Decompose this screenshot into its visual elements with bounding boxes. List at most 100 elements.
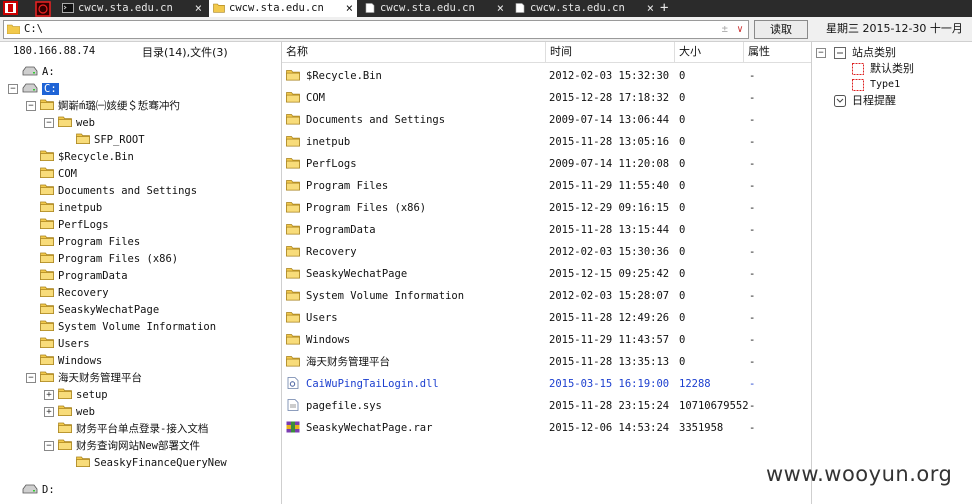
column-header-time[interactable]: 时间 (546, 42, 675, 62)
tree-item-label: Recovery (58, 287, 109, 299)
tree-folder[interactable]: − web (0, 115, 281, 131)
tree-folder[interactable]: Windows (0, 353, 281, 369)
file-size: 0 (679, 290, 686, 302)
file-row[interactable]: SeaskyWechatPage 2015-12-15 09:25:42 0 - (282, 263, 811, 285)
file-time: 2012-02-03 15:28:07 (549, 290, 670, 302)
tree-item-label: Program Files (x86) (58, 253, 179, 265)
file-row[interactable]: inetpub 2015-11-28 13:05:16 0 - (282, 131, 811, 153)
tree-folder[interactable]: Users (0, 336, 281, 352)
folder-icon (40, 320, 54, 331)
tree-folder[interactable]: Recovery (0, 285, 281, 301)
file-row[interactable]: CaiWuPingTaiLogin.dll 2015-03-15 16:19:00… (282, 373, 811, 395)
category-type1-label: Type1 (870, 79, 901, 90)
tree-folder[interactable]: Documents and Settings (0, 183, 281, 199)
file-name: Documents and Settings (306, 114, 446, 126)
tree-drive[interactable]: A: (0, 64, 281, 80)
app-menu-icon[interactable] (3, 1, 18, 15)
tree-folder[interactable]: SFP_ROOT (0, 132, 281, 148)
file-row[interactable]: PerfLogs 2009-07-14 11:20:08 0 - (282, 153, 811, 175)
close-icon[interactable]: × (346, 0, 353, 17)
tree-folder[interactable]: − 海天财务管理平台 (0, 370, 281, 386)
file-attr: - (749, 224, 756, 236)
read-button[interactable]: 读取 (754, 20, 808, 39)
tree-folder[interactable]: SeaskyFinanceQueryNew (0, 455, 281, 471)
file-row[interactable]: Program Files (x86) 2015-12-29 09:16:15 0 - (282, 197, 811, 219)
tree-folder[interactable]: Program Files (0, 234, 281, 250)
tab-1[interactable]: cwcw.sta.edu.cn × (58, 0, 206, 17)
tree-drive[interactable]: D: (0, 482, 281, 498)
collapse-icon[interactable]: − (26, 101, 36, 111)
file-row[interactable]: SeaskyWechatPage.rar 2015-12-06 14:53:24 3… (282, 417, 811, 439)
tree-folder[interactable]: − 财务查询网站New部署文件 (0, 438, 281, 454)
tag-icon (852, 63, 864, 75)
file-row[interactable]: pagefile.sys 2015-11-28 23:15:24 107106795… (282, 395, 811, 417)
file-attr: - (749, 290, 756, 302)
close-icon[interactable]: × (497, 0, 504, 17)
file-time: 2015-11-28 12:49:26 (549, 312, 670, 324)
tree-folder[interactable]: $Recycle.Bin (0, 149, 281, 165)
tree-folder[interactable]: 财务平台单点登录-接入文档 (0, 421, 281, 437)
folder-icon (286, 290, 300, 301)
tree-folder[interactable]: PerfLogs (0, 217, 281, 233)
target-icon[interactable] (34, 1, 52, 17)
archive-icon (286, 421, 300, 433)
category-icon (834, 47, 846, 59)
folder-icon (40, 150, 54, 161)
file-time: 2009-07-14 13:06:44 (549, 114, 670, 126)
file-name: System Volume Information (306, 290, 465, 302)
tree-drive[interactable]: − C: (0, 81, 281, 97)
tree-folder[interactable]: + setup (0, 387, 281, 403)
tree-folder[interactable]: inetpub (0, 200, 281, 216)
terminal-icon (62, 3, 74, 13)
file-row[interactable]: Program Files 2015-11-29 11:55:40 0 - (282, 175, 811, 197)
collapse-icon[interactable]: − (8, 84, 18, 94)
collapse-icon[interactable]: − (816, 48, 826, 58)
collapse-icon[interactable]: − (44, 118, 54, 128)
tree-folder[interactable]: COM (0, 166, 281, 182)
tree-item-label: setup (76, 389, 108, 401)
file-row[interactable]: Windows 2015-11-29 11:43:57 0 - (282, 329, 811, 351)
tab-4[interactable]: cwcw.sta.edu.cn × (510, 0, 658, 17)
tab-3[interactable]: cwcw.sta.edu.cn × (360, 0, 508, 17)
file-row[interactable]: Recovery 2012-02-03 15:30:36 0 - (282, 241, 811, 263)
file-row[interactable]: ProgramData 2015-11-28 13:15:44 0 - (282, 219, 811, 241)
close-icon[interactable]: × (647, 0, 654, 17)
file-row[interactable]: System Volume Information 2012-02-03 15:2… (282, 285, 811, 307)
new-tab-button[interactable]: + (660, 0, 668, 16)
tree-folder[interactable]: System Volume Information (0, 319, 281, 335)
tree-folder[interactable]: SeaskyWechatPage (0, 302, 281, 318)
file-row[interactable]: Documents and Settings 2009-07-14 13:06:4… (282, 109, 811, 131)
file-size: 10710679552 (679, 400, 749, 412)
file-attr: - (749, 312, 756, 324)
path-text: C:\ (24, 23, 43, 35)
collapse-icon[interactable]: − (26, 373, 36, 383)
tree-folder[interactable]: + web (0, 404, 281, 420)
file-time: 2015-03-15 16:19:00 (549, 378, 670, 390)
folder-icon (286, 356, 300, 367)
close-icon[interactable]: × (195, 0, 202, 17)
file-row[interactable]: 海天财务管理平台 2015-11-28 13:35:13 0 - (282, 351, 811, 373)
file-row[interactable]: $Recycle.Bin 2012-02-03 15:32:30 0 - (282, 65, 811, 87)
file-size: 0 (679, 70, 686, 82)
file-row[interactable]: COM 2015-12-28 17:18:32 0 - (282, 87, 811, 109)
tab-2[interactable]: cwcw.sta.edu.cn × (209, 0, 357, 17)
column-header-name[interactable]: 名称 (282, 42, 546, 62)
expand-icon[interactable]: + (44, 407, 54, 417)
file-row[interactable]: Users 2015-11-28 12:49:26 0 - (282, 307, 811, 329)
tree-folder[interactable]: Program Files (x86) (0, 251, 281, 267)
bookmark-toggle[interactable]: ± (722, 21, 728, 38)
file-name: CaiWuPingTaiLogin.dll (306, 378, 439, 390)
column-header-attr[interactable]: 属性 (744, 42, 808, 62)
file-attr: - (749, 334, 756, 346)
tree-item-label: 财务平台单点登录-接入文档 (76, 423, 209, 435)
folder-icon (286, 158, 300, 169)
tree-item-label: Users (58, 338, 90, 350)
folder-icon (286, 334, 300, 345)
column-header-size[interactable]: 大小 (675, 42, 744, 62)
expand-icon[interactable]: + (44, 390, 54, 400)
collapse-icon[interactable]: − (44, 441, 54, 451)
tree-folder[interactable]: ProgramData (0, 268, 281, 284)
path-input[interactable]: C:\ ± ∨ (3, 20, 749, 39)
chevron-down-icon[interactable]: ∨ (737, 21, 743, 38)
tree-folder[interactable]: − 婀嶄ḿ璐㈠姟绠＄悊骞冲彴 (0, 98, 281, 114)
